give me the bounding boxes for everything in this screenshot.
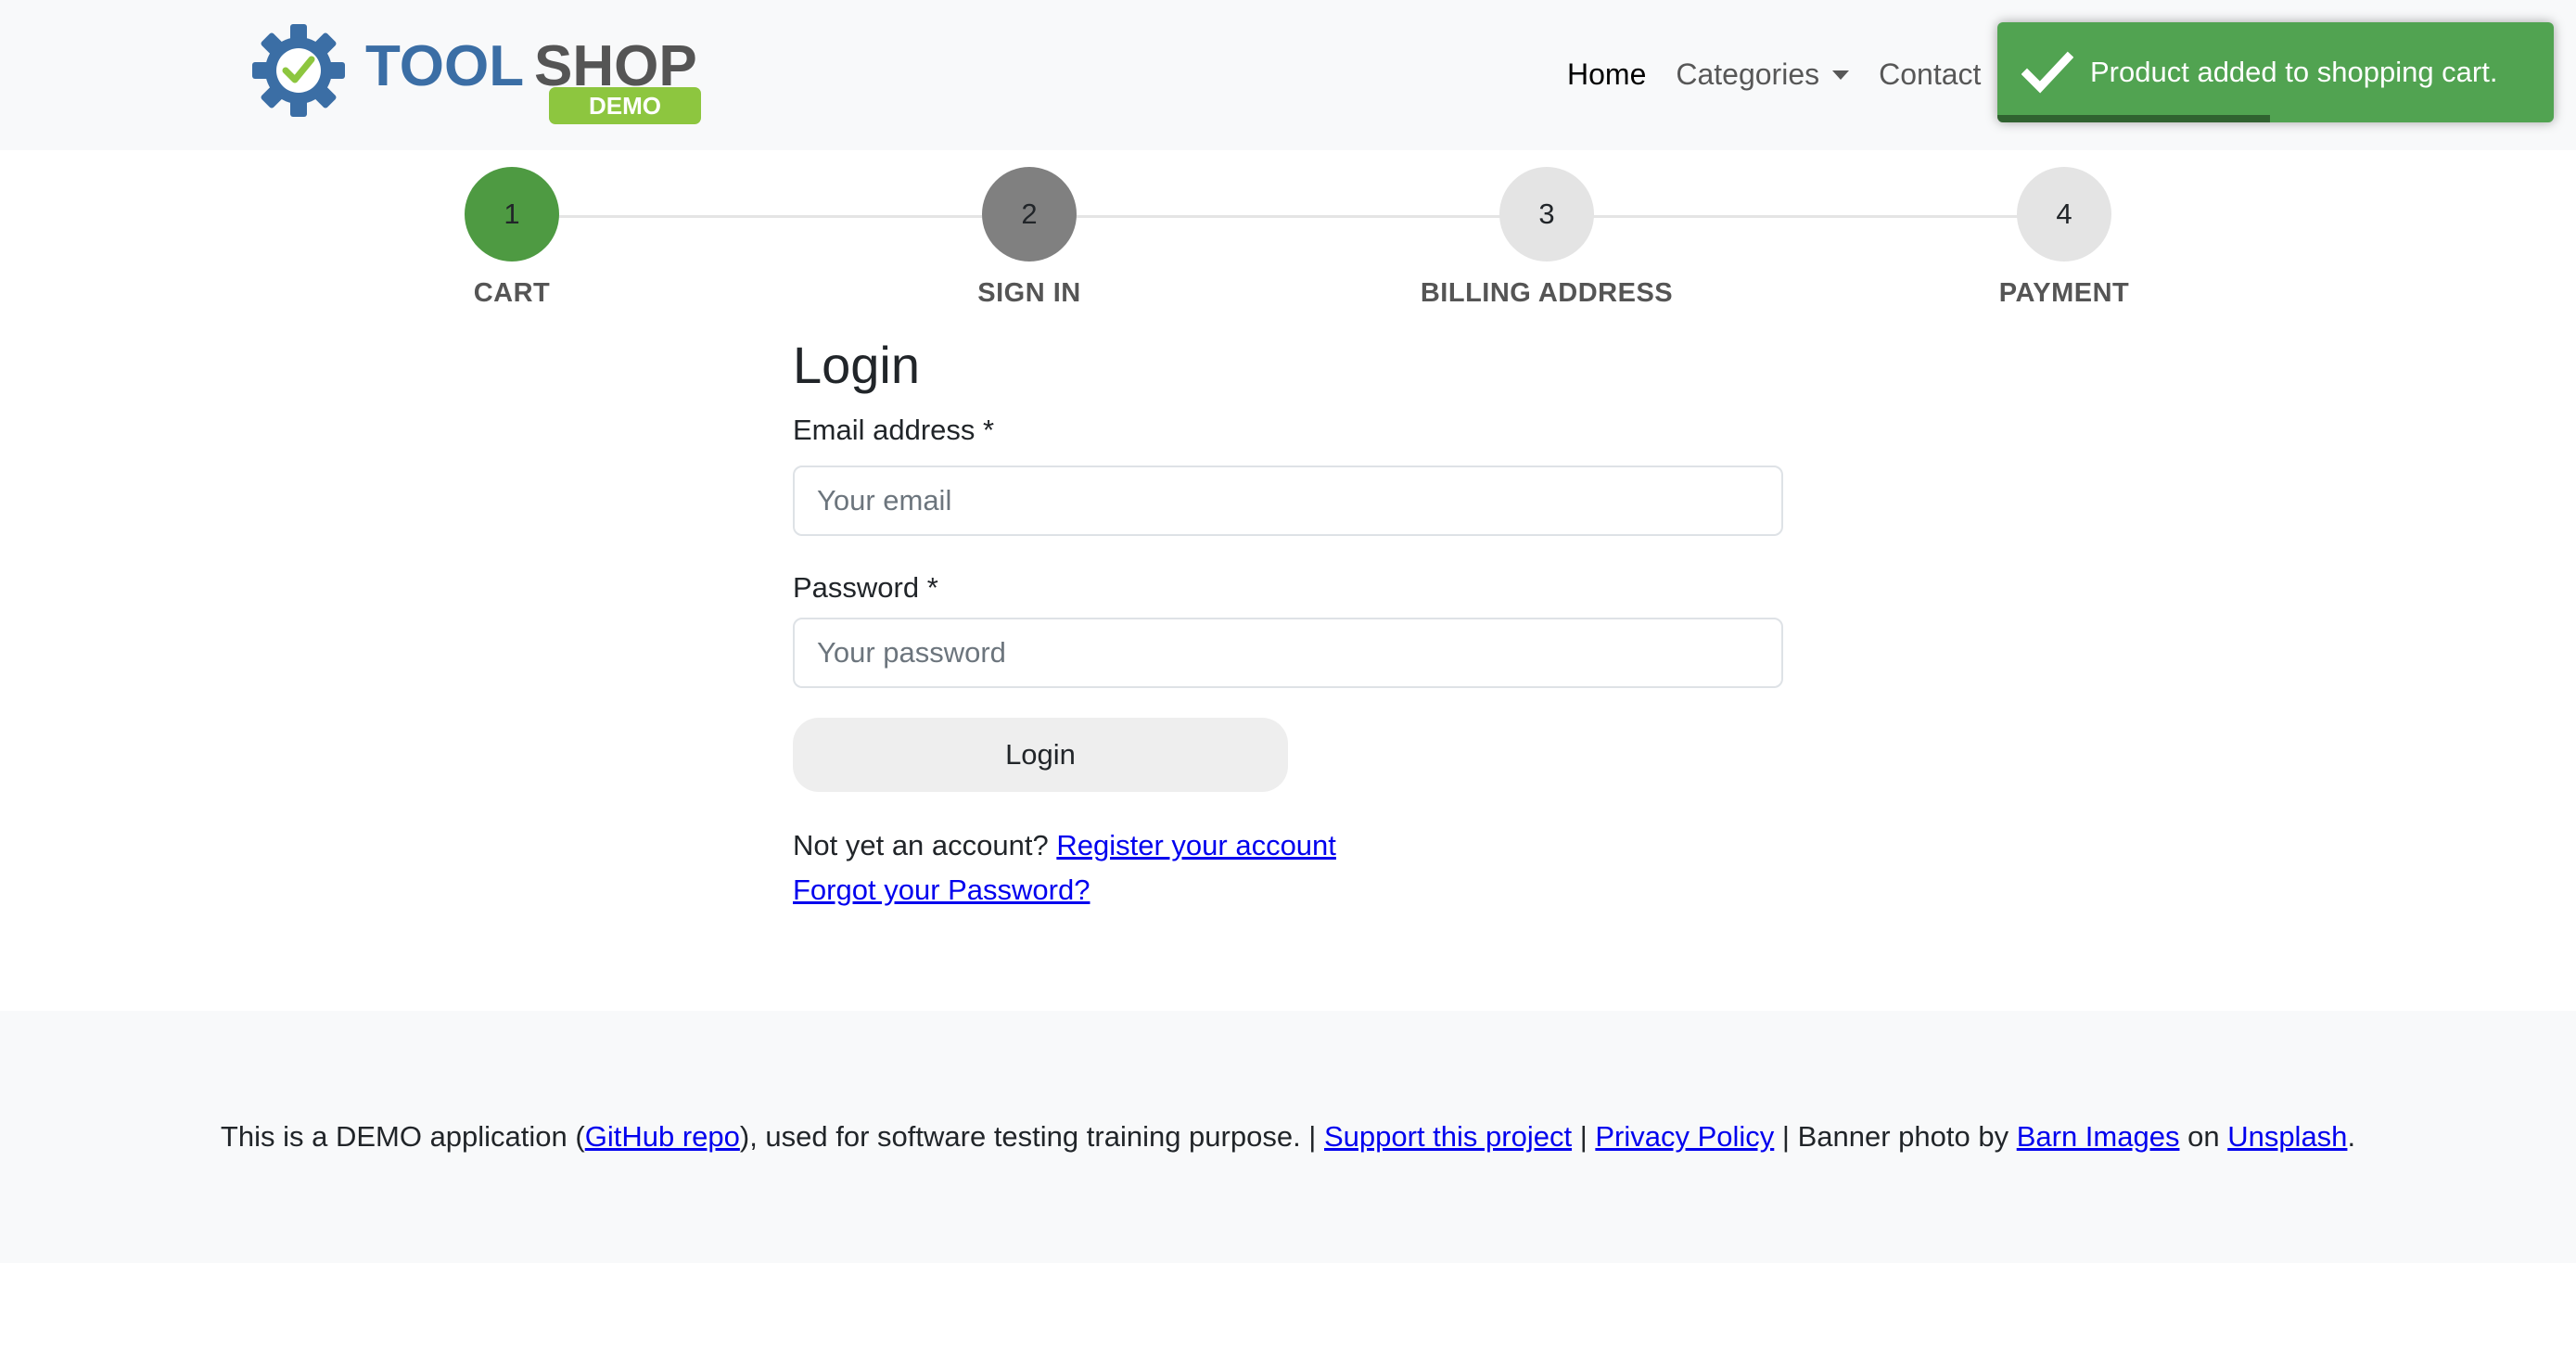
login-button[interactable]: Login	[793, 718, 1288, 792]
footer-text-5: on	[2179, 1120, 2228, 1153]
demo-badge-text: DEMO	[589, 92, 661, 120]
password-field[interactable]	[793, 618, 1783, 688]
footer-text-2: ), used for software testing training pu…	[739, 1120, 1324, 1153]
barn-images-link[interactable]: Barn Images	[2017, 1120, 2180, 1153]
caret-down-icon	[1832, 70, 1850, 80]
forgot-password-link[interactable]: Forgot your Password?	[793, 874, 1090, 906]
github-link[interactable]: GitHub repo	[585, 1120, 740, 1153]
nav-contact[interactable]: Contact	[1864, 52, 1996, 97]
checkout-stepper: 1 CART 2 SIGN IN 3 BILLING ADDRESS 4 PAY…	[0, 167, 2576, 315]
account-links: Not yet an account? Register your accoun…	[793, 823, 1783, 912]
toolshop-logo-graphic: TOOL SHOP DEMO	[252, 24, 701, 124]
footer-text-3: |	[1572, 1120, 1596, 1153]
stepper-connector-line	[512, 215, 2064, 218]
step-label: PAYMENT	[1998, 278, 2130, 308]
footer-text-6: .	[2347, 1120, 2356, 1153]
toolshop-logo[interactable]: TOOL SHOP DEMO	[250, 22, 710, 126]
nav-home[interactable]: Home	[1552, 52, 1661, 97]
step-label: BILLING ADDRESS	[1420, 278, 1674, 308]
checkmark-icon	[2021, 51, 2073, 94]
step-number: 3	[1499, 167, 1594, 262]
footer: This is a DEMO application (GitHub repo)…	[0, 1011, 2576, 1263]
step-payment: 4 PAYMENT	[1925, 167, 2203, 309]
password-label: Password *	[793, 571, 938, 604]
step-label: SIGN IN	[977, 278, 1081, 308]
step-cart: 1 CART	[373, 167, 651, 309]
privacy-policy-link[interactable]: Privacy Policy	[1595, 1120, 1774, 1153]
no-account-text: Not yet an account?	[793, 829, 1049, 861]
nav-menu: Home Categories Contact	[1552, 52, 1996, 97]
register-link[interactable]: Register your account	[1056, 829, 1336, 861]
forgot-row: Forgot your Password?	[793, 868, 1783, 912]
step-label: CART	[473, 278, 551, 308]
email-label: Email address *	[793, 414, 995, 446]
page-title: Login	[793, 336, 921, 394]
register-row: Not yet an account? Register your accoun…	[793, 823, 1783, 868]
nav-categories-dropdown[interactable]: Categories	[1661, 52, 1864, 97]
email-field[interactable]	[793, 466, 1783, 536]
step-number: 4	[2017, 167, 2111, 262]
step-billing-address: 3 BILLING ADDRESS	[1408, 167, 1686, 309]
step-number: 1	[465, 167, 559, 262]
footer-text-1: This is a DEMO application (	[220, 1120, 585, 1153]
support-link[interactable]: Support this project	[1324, 1120, 1572, 1153]
unsplash-link[interactable]: Unsplash	[2227, 1120, 2347, 1153]
nav-categories-label: Categories	[1676, 57, 1820, 91]
logo-text-tool: TOOL	[365, 34, 524, 98]
toast-progress-bar	[1997, 115, 2270, 122]
toast-notification[interactable]: Product added to shopping cart.	[1997, 22, 2554, 122]
step-sign-in: 2 SIGN IN	[890, 167, 1168, 309]
toast-message: Product added to shopping cart.	[2090, 56, 2498, 88]
step-number: 2	[982, 167, 1077, 262]
gear-icon	[252, 24, 345, 117]
login-form: Login Email address * Password * Login N…	[793, 334, 1783, 912]
footer-text-4: | Banner photo by	[1774, 1120, 2017, 1153]
footer-text: This is a DEMO application (GitHub repo)…	[221, 1120, 2355, 1154]
